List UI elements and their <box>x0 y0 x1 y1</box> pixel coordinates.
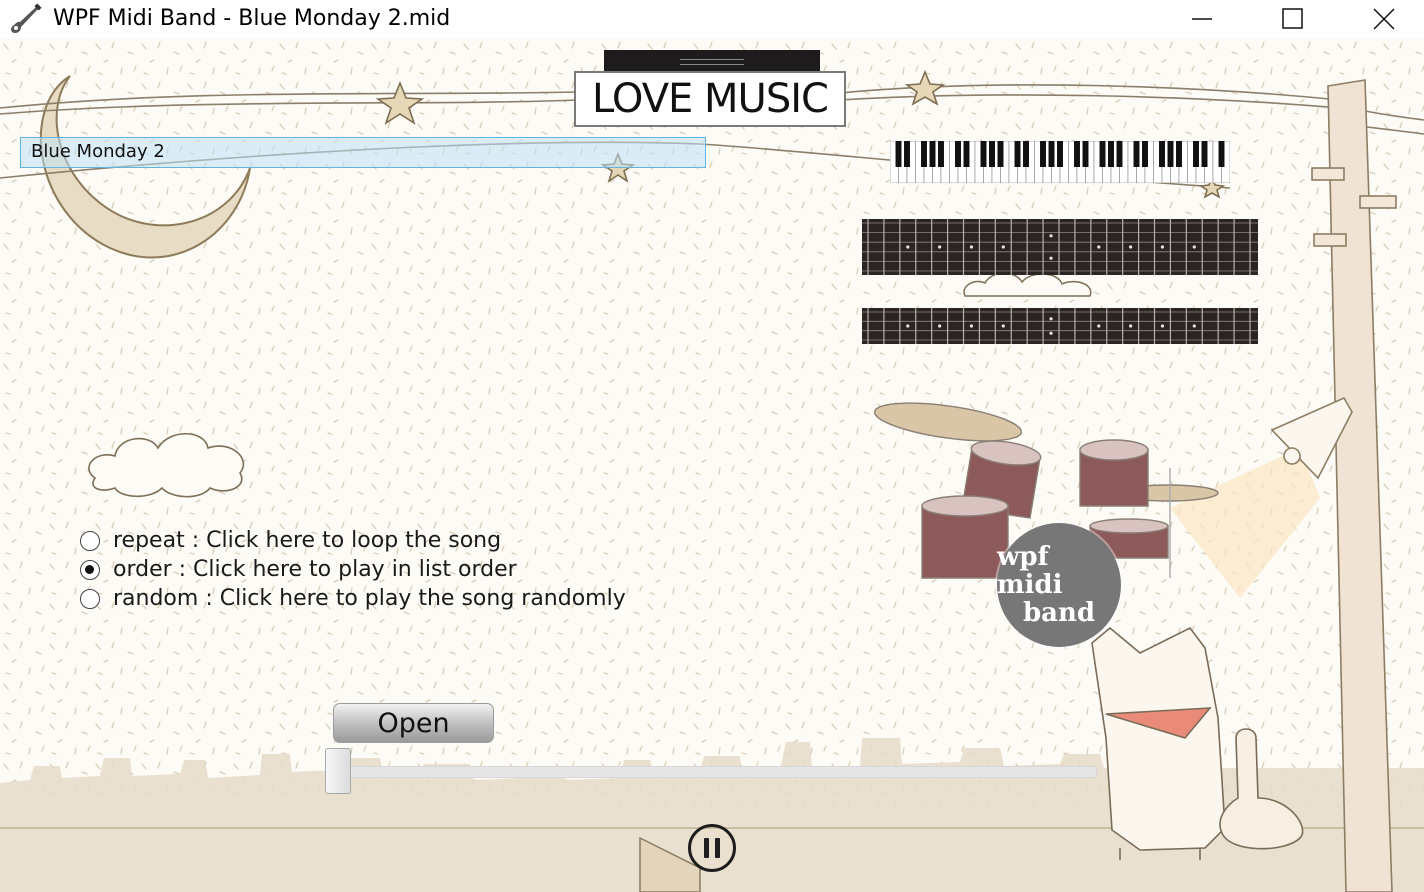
piano-black-key <box>1133 141 1140 167</box>
guitar-icon <box>11 3 42 33</box>
fret-marker <box>1097 324 1101 328</box>
piano-black-key <box>989 141 995 167</box>
piano-black-key <box>1014 141 1021 167</box>
progress-slider-track[interactable] <box>340 766 1097 778</box>
wpf-midi-band-badge[interactable]: wpf midi band <box>997 523 1121 647</box>
fret-marker <box>938 245 942 249</box>
minimize-icon[interactable] <box>1172 0 1232 38</box>
order-mode-option[interactable]: order : Click here to play in list order <box>80 555 626 584</box>
random-mode-option[interactable]: random : Click here to play the song ran… <box>80 584 626 613</box>
player-scene: LOVE MUSIC Blue Monday 2 wpf midi band r… <box>0 38 1424 892</box>
piano-black-key <box>1193 141 1199 167</box>
badge-line-1: wpf midi <box>997 542 1063 600</box>
sign-hanger <box>604 50 820 72</box>
piano-black-key <box>895 141 902 167</box>
song-name-field[interactable]: Blue Monday 2 <box>20 137 706 168</box>
random-radio[interactable] <box>80 588 100 609</box>
fret-marker <box>1001 245 1005 249</box>
piano-black-key <box>1201 141 1208 167</box>
fret-marker <box>938 324 942 328</box>
piano-black-key <box>1167 141 1174 167</box>
repeat-radio[interactable] <box>80 530 100 551</box>
fret-marker <box>1192 245 1196 249</box>
maximize-icon[interactable] <box>1262 0 1322 38</box>
piano-black-key <box>929 141 936 167</box>
pause-icon <box>704 838 709 858</box>
fret-marker <box>1049 234 1053 238</box>
piano-black-key <box>955 141 961 167</box>
badge-line-2: band <box>1022 598 1096 628</box>
play-mode-group: repeat : Click here to loop the song ord… <box>80 526 626 613</box>
open-button[interactable]: Open <box>333 703 494 743</box>
fret-marker <box>1160 324 1165 328</box>
love-music-sign: LOVE MUSIC <box>574 71 846 127</box>
piano-black-key <box>980 141 987 167</box>
piano-black-key <box>904 141 910 167</box>
piano-black-key <box>1082 141 1089 167</box>
piano-black-key <box>1108 141 1114 167</box>
fret-marker <box>1129 245 1133 249</box>
piano-black-key <box>938 141 944 167</box>
repeat-mode-option[interactable]: repeat : Click here to loop the song <box>80 526 626 555</box>
bass-fretboard[interactable] <box>862 308 1258 344</box>
close-icon[interactable] <box>1354 0 1414 38</box>
guitar-fretboard[interactable] <box>862 219 1258 275</box>
piano-black-key <box>1142 141 1148 167</box>
fret-marker <box>1192 324 1196 328</box>
piano-black-key <box>1040 141 1046 167</box>
fret-marker <box>1049 256 1053 260</box>
piano-black-key <box>997 141 1004 167</box>
cat-illustration <box>1091 626 1226 860</box>
piano-black-key <box>1159 141 1165 167</box>
pause-icon <box>715 838 720 858</box>
piano-black-key <box>1218 141 1225 167</box>
pause-button[interactable] <box>688 824 736 872</box>
fret-marker <box>906 245 910 249</box>
piano-black-key <box>1074 141 1080 167</box>
title-bar: WPF Midi Band - Blue Monday 2.mid <box>0 0 1424 38</box>
fret-marker <box>906 324 910 328</box>
fret-marker <box>1049 331 1053 335</box>
order-radio[interactable] <box>80 559 100 580</box>
fret-marker <box>1129 324 1133 328</box>
fret-marker <box>1097 245 1101 249</box>
sign-text: LOVE MUSIC <box>592 76 829 122</box>
repeat-mode-label[interactable]: repeat : Click here to loop the song <box>113 528 501 553</box>
fret-marker <box>1049 317 1053 321</box>
piano-black-key <box>1057 141 1063 167</box>
window-title: WPF Midi Band - Blue Monday 2.mid <box>53 6 451 31</box>
piano-keyboard[interactable] <box>890 141 1230 183</box>
fret-marker <box>1001 324 1005 328</box>
piano-black-key <box>1048 141 1055 167</box>
fret-marker <box>969 245 974 249</box>
piano-black-key <box>1116 141 1123 167</box>
piano-black-key <box>1176 141 1182 167</box>
order-mode-label[interactable]: order : Click here to play in list order <box>113 557 517 582</box>
piano-black-key <box>1023 141 1029 167</box>
fret-marker <box>969 324 974 328</box>
piano-black-key <box>1099 141 1106 167</box>
progress-slider-thumb[interactable] <box>325 748 351 794</box>
piano-black-key <box>921 141 927 167</box>
random-mode-label[interactable]: random : Click here to play the song ran… <box>113 586 626 611</box>
piano-black-key <box>963 141 970 167</box>
fret-marker <box>1160 245 1165 249</box>
